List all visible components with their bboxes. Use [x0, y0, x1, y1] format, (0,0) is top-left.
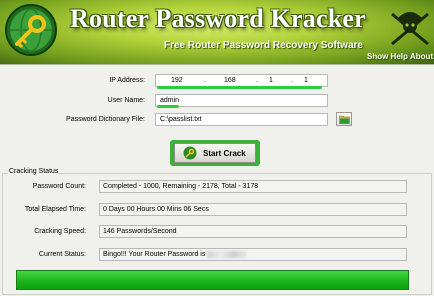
- ip-dot: .: [291, 77, 293, 84]
- about-link[interactable]: About: [410, 52, 433, 61]
- ip-dot: .: [256, 77, 258, 84]
- browse-button[interactable]: [336, 112, 352, 126]
- current-status-value: Bingo!!! Your Router Password is: [103, 251, 206, 258]
- redacted-password: [207, 250, 248, 258]
- cracking-speed-value: 146 Passwords/Second: [99, 225, 407, 238]
- elapsed-time-label: Total Elapsed Time:: [24, 206, 86, 213]
- start-crack-label: Start Crack: [203, 149, 246, 158]
- dictionary-file-label: Password Dictionary File:: [66, 116, 145, 123]
- folder-icon: [339, 115, 350, 124]
- current-status-label: Current Status:: [38, 251, 86, 258]
- pirate-skull-icon: [391, 12, 429, 46]
- cracking-status-title: Cracking Status: [8, 168, 60, 175]
- app-title: Router Password Kracker: [70, 4, 366, 33]
- user-name-label: User Name:: [107, 97, 145, 104]
- elapsed-time-value: 0 Days 00 Hours 00 Mins 06 Secs: [99, 203, 407, 216]
- user-name-highlight: [157, 105, 179, 108]
- ip-octet-4[interactable]: 1: [304, 75, 308, 86]
- key-icon: [183, 146, 197, 160]
- ip-octet-3[interactable]: 1: [269, 75, 273, 86]
- app-subtitle: Free Router Password Recovery Software: [164, 40, 363, 51]
- password-count-label: Password Count:: [32, 183, 86, 190]
- password-count-value: Completed - 1000, Remaining - 2178, Tota…: [99, 180, 407, 193]
- dictionary-file-field[interactable]: C:\passlist.txt: [155, 113, 328, 126]
- start-crack-button[interactable]: Start Crack: [174, 143, 256, 163]
- ip-octet-2[interactable]: 168: [224, 75, 236, 86]
- ip-octet-1[interactable]: 192: [171, 75, 183, 86]
- header-divider: [0, 64, 434, 65]
- progress-bar-fill: [17, 271, 408, 289]
- show-help-link[interactable]: Show Help: [367, 52, 408, 61]
- ip-dot: .: [204, 77, 206, 84]
- ip-highlight: [157, 86, 322, 89]
- current-status-field: Bingo!!! Your Router Password is: [99, 248, 407, 261]
- key-globe-icon: [5, 4, 57, 56]
- ip-address-label: IP Address:: [109, 77, 145, 84]
- header-banner: Router Password Kracker Free Router Pass…: [0, 0, 434, 64]
- user-name-field[interactable]: admin: [155, 94, 328, 107]
- progress-bar: [16, 270, 409, 290]
- cracking-speed-label: Cracking Speed:: [34, 228, 86, 235]
- start-crack-highlight: Start Crack: [170, 140, 260, 166]
